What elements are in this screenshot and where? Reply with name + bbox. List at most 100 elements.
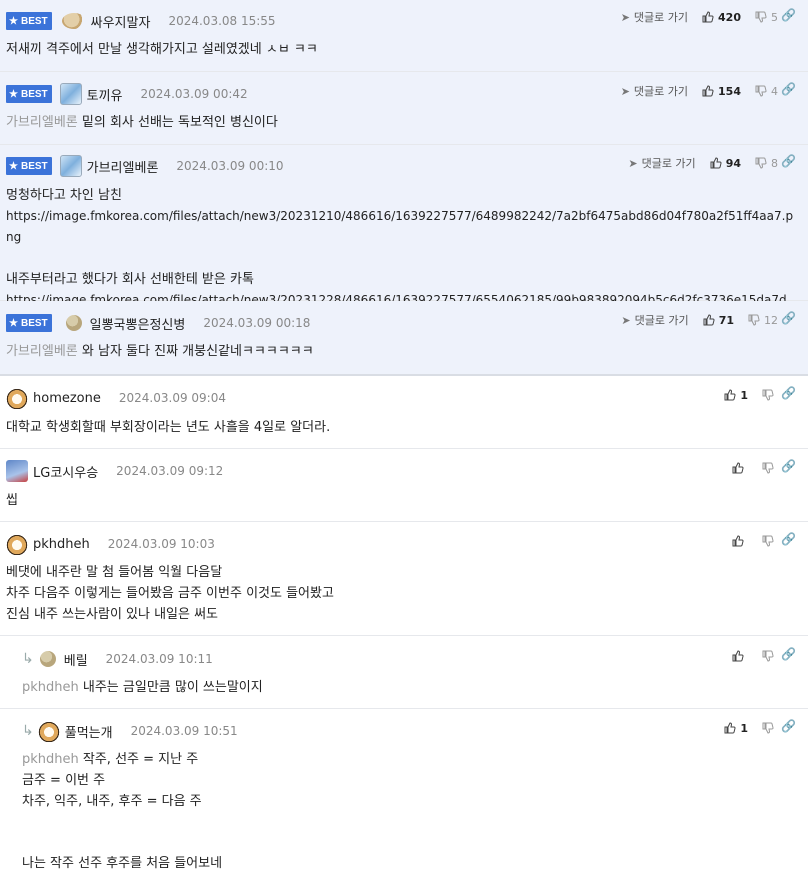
thumbs-up-icon — [732, 462, 744, 474]
upvote-count: 420 — [718, 10, 741, 24]
comment-text: 가브리엘베론 와 남자 둘다 진짜 개붕신같네ㅋㅋㅋㅋㅋㅋ — [6, 344, 314, 359]
downvote-count: 4 — [771, 84, 778, 98]
avatar[interactable] — [37, 720, 60, 742]
upvote-button[interactable]: 94 — [710, 157, 741, 170]
upvote-count: 94 — [725, 156, 741, 170]
comment-item: ★ BEST 가브리엘베론 2024.03.09 00:10 ➤ 댓글로 가기 94… — [0, 145, 808, 328]
upvote-count: 71 — [718, 313, 734, 327]
upvote-button[interactable] — [732, 462, 748, 474]
comment-item: ★ BEST 싸우지말자 2024.03.08 15:55 ➤ 댓글로 가기 420… — [0, 0, 808, 72]
comment-date: 2024.03.09 09:12 — [116, 464, 224, 478]
thumbs-down-icon — [762, 650, 774, 662]
comment-text: 멍청하다고 차인 남친 — [6, 188, 122, 203]
avatar[interactable] — [59, 83, 82, 105]
link-icon[interactable]: 🔗 — [781, 532, 796, 546]
author-name[interactable]: 풀먹는개 — [65, 722, 113, 741]
link-icon[interactable]: 🔗 — [781, 386, 796, 400]
thumbs-down-icon — [748, 314, 760, 326]
avatar[interactable] — [61, 13, 86, 29]
send-arrow-icon: ➤ — [620, 84, 630, 98]
thumbs-up-icon — [703, 314, 715, 326]
image-url[interactable]: https://image.fmkorea.com/files/attach/n… — [6, 206, 798, 248]
best-badge: ★ BEST — [6, 12, 52, 30]
goto-comment-link[interactable]: ➤ 댓글로 가기 — [621, 9, 688, 25]
thumbs-up-icon — [710, 157, 722, 169]
downvote-count: 8 — [771, 156, 778, 170]
avatar[interactable] — [39, 651, 56, 667]
author-name[interactable]: 토끼유 — [87, 85, 123, 104]
send-arrow-icon: ➤ — [620, 10, 630, 24]
downvote-count: 12 — [764, 313, 778, 327]
comment-item: LG코시우승 2024.03.09 09:12 🔗 씹 — [0, 449, 808, 522]
author-name[interactable]: LG코시우승 — [33, 462, 98, 481]
reply-arrow-icon: ↳ — [22, 651, 34, 667]
upvote-count: 1 — [740, 721, 748, 735]
avatar[interactable] — [6, 533, 28, 555]
comment-date: 2024.03.09 00:10 — [176, 159, 284, 173]
downvote-button[interactable] — [762, 535, 778, 547]
upvote-button[interactable] — [732, 650, 748, 662]
mention-name[interactable]: 가브리엘베론 — [6, 115, 78, 130]
author-name[interactable]: 베릴 — [64, 650, 88, 669]
link-icon[interactable]: 🔗 — [781, 154, 796, 168]
comment-date: 2024.03.09 10:03 — [107, 537, 215, 551]
upvote-button[interactable]: 71 — [703, 314, 734, 327]
comment-text: 차주 다음주 이렇게는 들어봤음 금주 이번주 이것도 들어봤고 — [6, 586, 334, 601]
downvote-button[interactable]: 8 — [755, 157, 778, 170]
send-arrow-icon: ➤ — [628, 156, 638, 170]
link-icon[interactable]: 🔗 — [781, 459, 796, 473]
avatar[interactable] — [6, 387, 28, 409]
thumbs-up-icon — [732, 650, 744, 662]
goto-comment-link[interactable]: ➤ 댓글로 가기 — [621, 312, 688, 328]
link-icon[interactable]: 🔗 — [781, 311, 796, 325]
upvote-button[interactable]: 154 — [702, 85, 741, 98]
downvote-button[interactable]: 5 — [755, 11, 778, 24]
goto-comment-link[interactable]: ➤ 댓글로 가기 — [628, 155, 695, 171]
best-badge: ★ BEST — [6, 157, 52, 175]
author-name[interactable]: homezone — [33, 391, 101, 406]
mention-name[interactable]: pkhdheh — [22, 680, 79, 695]
link-icon[interactable]: 🔗 — [781, 8, 796, 22]
best-badge: ★ BEST — [6, 85, 52, 103]
comment-text: 차주, 익주, 내주, 후주 = 다음 주 — [22, 794, 202, 809]
upvote-button[interactable]: 1 — [724, 389, 748, 402]
upvote-button[interactable] — [732, 535, 748, 547]
star-icon: ★ — [9, 15, 18, 27]
downvote-button[interactable] — [762, 650, 778, 662]
send-arrow-icon: ➤ — [621, 313, 631, 327]
upvote-button[interactable]: 1 — [724, 722, 748, 735]
avatar[interactable] — [6, 460, 28, 482]
comment-text: 나는 작주 선주 후주를 처음 들어보네 — [22, 856, 223, 871]
comment-text: 베댓에 내주란 말 첨 들어봄 익월 다음달 — [6, 565, 223, 580]
comment-text: 저새끼 격주에서 만날 생각해가지고 설레였겠네 ㅅㅂ ㅋㅋ — [6, 42, 318, 57]
comment-date: 2024.03.09 10:51 — [130, 724, 238, 738]
link-icon[interactable]: 🔗 — [781, 719, 796, 733]
mention-name[interactable]: pkhdheh — [22, 752, 79, 767]
upvote-button[interactable]: 420 — [702, 11, 741, 24]
star-icon: ★ — [9, 160, 18, 172]
avatar[interactable] — [59, 155, 82, 177]
author-name[interactable]: 가브리엘베론 — [87, 157, 159, 176]
author-name[interactable]: 일뽕국뽕은정신병 — [90, 314, 186, 333]
link-icon[interactable]: 🔗 — [781, 82, 796, 96]
best-badge: ★ BEST — [6, 314, 52, 332]
link-icon[interactable]: 🔗 — [781, 647, 796, 661]
goto-comment-link[interactable]: ➤ 댓글로 가기 — [621, 83, 688, 99]
downvote-button[interactable] — [762, 722, 778, 734]
author-name[interactable]: 싸우지말자 — [91, 12, 151, 31]
comment-text: 내주부터라고 했다가 회사 선배한테 받은 카톡 — [6, 272, 254, 287]
downvote-button[interactable]: 12 — [748, 314, 778, 327]
avatar[interactable] — [65, 315, 82, 331]
best-label: BEST — [20, 15, 48, 27]
comment-item: ★ BEST 토끼유 2024.03.09 00:42 ➤ 댓글로 가기 154 4… — [0, 72, 808, 145]
author-name[interactable]: pkhdheh — [33, 537, 90, 552]
downvote-button[interactable]: 4 — [755, 85, 778, 98]
downvote-button[interactable] — [762, 462, 778, 474]
downvote-button[interactable] — [762, 389, 778, 401]
comment-date: 2024.03.09 09:04 — [118, 391, 226, 405]
mention-name[interactable]: 가브리엘베론 — [6, 344, 78, 359]
comment-text: pkhdheh 작주, 선주 = 지난 주 — [22, 752, 199, 767]
